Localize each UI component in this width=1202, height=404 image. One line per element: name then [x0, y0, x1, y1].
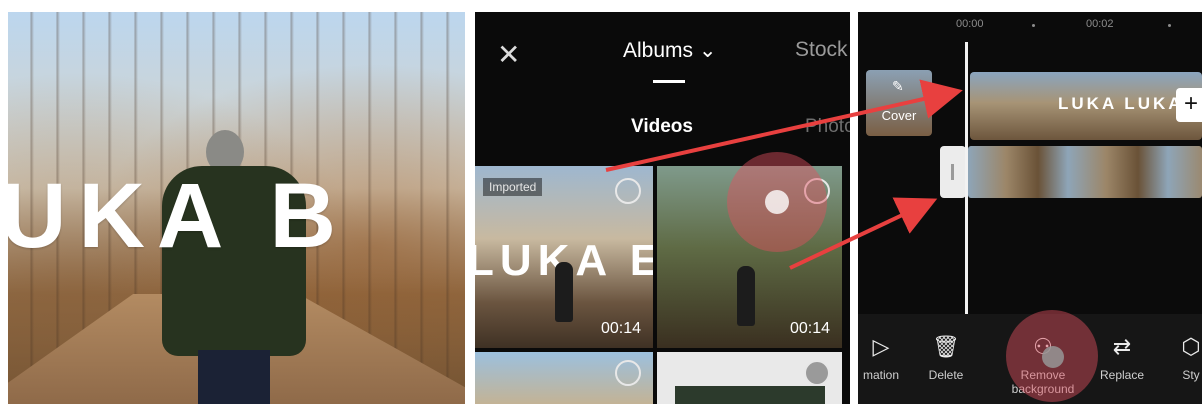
walker-figure: [737, 266, 755, 326]
ruler-dot: [1032, 24, 1035, 27]
cover-label: Cover: [881, 108, 917, 123]
tool-label: Delete: [928, 368, 964, 382]
stock-tab[interactable]: Stock: [795, 38, 848, 62]
style-tool[interactable]: ⬡ Sty: [1174, 334, 1202, 382]
play-square-icon: ▷: [872, 334, 890, 359]
ruler-dot: [1168, 24, 1171, 27]
close-icon[interactable]: ✕: [497, 38, 520, 71]
replace-icon: ⇄: [1112, 334, 1132, 359]
timeline-time-2s: 00:02: [1086, 18, 1114, 30]
thumbnail-content: [675, 386, 825, 404]
tool-label: mation: [862, 368, 900, 382]
video-duration: 00:14: [600, 320, 641, 337]
select-circle-icon[interactable]: [804, 360, 830, 386]
tab-videos[interactable]: Videos: [631, 116, 693, 138]
main-video-clip[interactable]: LUKA LUKA E: [970, 72, 1202, 140]
tool-label: Sty: [1182, 368, 1200, 382]
video-thumbnail[interactable]: [475, 352, 653, 404]
video-thumbnail-imported[interactable]: Imported LUKA E 00:14: [475, 166, 653, 348]
pencil-icon: ✎: [892, 78, 904, 94]
tool-label: Replace: [1099, 368, 1145, 382]
video-thumbnail[interactable]: [657, 352, 842, 404]
timeline-time-start: 00:00: [956, 18, 984, 30]
overlay-clip-handle[interactable]: [940, 146, 966, 198]
tab-photos[interactable]: Photo: [805, 116, 850, 138]
editor-panel: 00:00 00:02 ✎ Cover LUKA LUKA E + ▷ mati…: [858, 12, 1202, 404]
person-legs: [198, 350, 270, 404]
replace-tool[interactable]: ⇄ Replace: [1092, 334, 1152, 382]
handle-grip: [951, 164, 954, 180]
overlay-title-text: UKA B: [8, 165, 348, 267]
video-duration: 00:14: [789, 320, 830, 337]
select-circle-icon[interactable]: [615, 360, 641, 386]
imported-badge: Imported: [483, 178, 543, 196]
animation-tool[interactable]: ▷ mation: [858, 334, 906, 382]
walker-figure: [555, 262, 573, 322]
touch-dot: [765, 190, 789, 214]
overlay-video-clip[interactable]: [968, 146, 1202, 198]
cube-icon: ⬡: [1181, 334, 1201, 359]
trash-icon: 🗑: [932, 334, 960, 359]
albums-tab-underline: [653, 80, 685, 83]
forest-photo-panel: UKA B: [8, 12, 465, 404]
add-clip-button[interactable]: +: [1176, 88, 1202, 122]
touch-dot: [1042, 346, 1064, 368]
cover-button[interactable]: ✎ Cover: [866, 70, 932, 136]
select-circle-icon[interactable]: [615, 178, 641, 204]
touch-indicator: [727, 152, 827, 252]
playhead[interactable]: [965, 42, 968, 314]
album-picker-panel: ✕ Albums ⌄ Stock Videos Photo Imported L…: [475, 12, 850, 404]
touch-indicator: [1006, 310, 1098, 402]
delete-tool[interactable]: 🗑 Delete: [920, 334, 972, 382]
albums-dropdown[interactable]: Albums ⌄: [623, 38, 716, 63]
